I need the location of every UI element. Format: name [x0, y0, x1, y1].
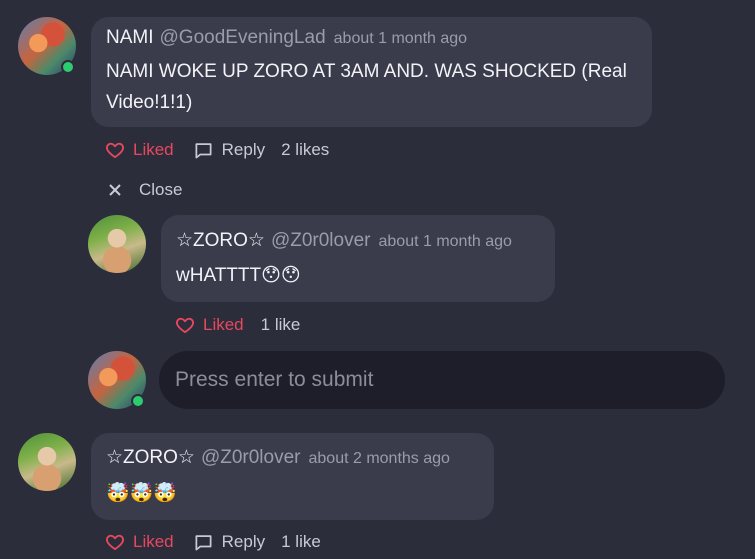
comment-text: wHATTTT😯😯	[176, 265, 301, 286]
comment-actions: Liked Reply 2 likes	[105, 140, 329, 160]
comment-author-name[interactable]: ☆ZORO☆	[106, 447, 195, 468]
comment-text: 🤯🤯🤯	[106, 483, 177, 504]
close-icon	[108, 183, 122, 197]
like-label: Liked	[203, 315, 244, 334]
reply-button[interactable]: Reply	[194, 140, 265, 160]
comment-author-handle[interactable]: @GoodEveningLad	[160, 27, 326, 48]
comment-timestamp[interactable]: about 2 months ago	[309, 450, 450, 467]
heart-icon	[105, 532, 125, 552]
like-button[interactable]: Liked	[105, 140, 174, 160]
comment-header: ☆ZORO☆ @Z0r0lover about 2 months ago	[106, 446, 450, 469]
comment-actions: Liked Reply 1 like	[105, 532, 321, 552]
heart-icon	[105, 140, 125, 160]
comment-icon	[194, 141, 213, 160]
reply-label: Reply	[221, 140, 266, 159]
reply-input-container	[159, 351, 725, 409]
comment-author-handle[interactable]: @Z0r0lover	[201, 447, 301, 468]
comment-icon	[194, 533, 213, 552]
like-button[interactable]: Liked	[105, 532, 174, 552]
reply-input[interactable]	[159, 351, 725, 409]
comment-header: ☆ZORO☆ @Z0r0lover about 1 month ago	[176, 229, 512, 252]
heart-icon	[175, 315, 195, 335]
avatar[interactable]	[88, 215, 146, 273]
comment-timestamp[interactable]: about 1 month ago	[379, 233, 512, 250]
like-button[interactable]: Liked	[175, 315, 244, 335]
comment-header: NAMI @GoodEveningLad about 1 month ago	[106, 27, 467, 49]
online-status-indicator	[131, 394, 145, 408]
likes-count[interactable]: 1 like	[281, 532, 321, 552]
comment-author-handle[interactable]: @Z0r0lover	[271, 230, 371, 251]
like-label: Liked	[133, 140, 174, 159]
comment-timestamp[interactable]: about 1 month ago	[334, 30, 467, 47]
close-label: Close	[139, 180, 183, 199]
like-label: Liked	[133, 532, 174, 551]
likes-count[interactable]: 2 likes	[281, 140, 329, 160]
comment-actions: Liked 1 like	[175, 315, 300, 335]
close-replies-button[interactable]: Close	[108, 180, 182, 200]
comment-author-name[interactable]: ☆ZORO☆	[176, 230, 265, 251]
avatar[interactable]	[18, 433, 76, 491]
online-status-indicator	[61, 60, 75, 74]
reply-button[interactable]: Reply	[194, 532, 265, 552]
comment-text: NAMI WOKE UP ZORO AT 3AM AND. WAS SHOCKE…	[106, 61, 627, 113]
comment-author-name[interactable]: NAMI	[106, 27, 154, 48]
reply-label: Reply	[221, 532, 266, 551]
likes-count[interactable]: 1 like	[261, 315, 301, 335]
